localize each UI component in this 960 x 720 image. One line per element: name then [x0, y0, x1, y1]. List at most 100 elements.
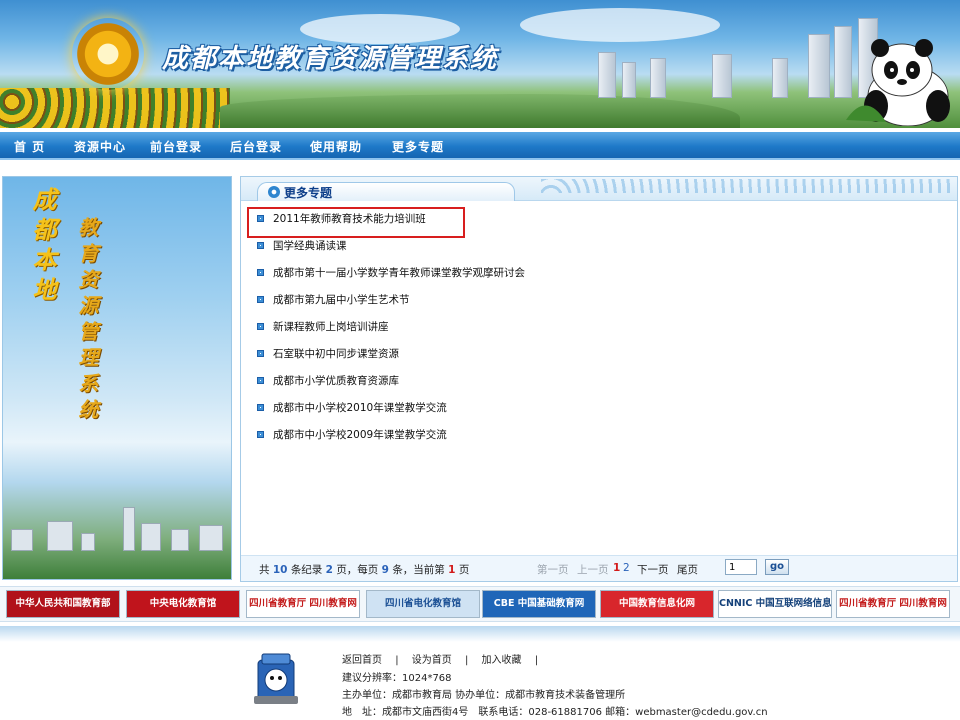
- pager-pages-unit: 页，每页: [336, 564, 379, 576]
- topic-item[interactable]: 成都市中小学校2010年课堂教学交流: [253, 398, 943, 425]
- last-page-link[interactable]: 尾页: [677, 562, 698, 577]
- pager-total-pages: 2: [325, 564, 333, 576]
- topic-link[interactable]: 成都市第九届中小学生艺术节: [273, 294, 410, 306]
- left-panel-building: [81, 533, 95, 551]
- banner-cloud: [520, 8, 720, 42]
- pager-per-page: 9: [381, 564, 389, 576]
- square-bullet-icon: [257, 404, 264, 411]
- partner-link-sc-eav[interactable]: 四川省电化教育馆: [366, 590, 480, 618]
- circle-bullet-icon: [268, 186, 280, 198]
- partner-link-ncet[interactable]: 中央电化教育馆: [126, 590, 240, 618]
- page-2-link[interactable]: 2: [623, 562, 630, 574]
- pager-current-page: 1: [448, 564, 456, 576]
- nav-admin-login[interactable]: 后台登录: [230, 138, 282, 155]
- footer-link-bookmark[interactable]: 加入收藏: [482, 655, 522, 666]
- banner-building: [598, 52, 616, 98]
- nav-home[interactable]: 首 页: [14, 138, 45, 155]
- topic-item[interactable]: 成都市小学优质教育资源库: [253, 371, 943, 398]
- first-page-link: 第一页: [537, 564, 569, 576]
- square-bullet-icon: [257, 431, 264, 438]
- topic-link[interactable]: 成都市中小学校2009年课堂教学交流: [273, 429, 447, 441]
- left-panel-building: [141, 523, 161, 551]
- topic-link[interactable]: 国学经典诵读课: [273, 240, 347, 252]
- square-bullet-icon: [257, 242, 264, 249]
- partner-link-cnnic[interactable]: CNNIC 中国互联网络信息中心: [718, 590, 832, 618]
- pager-summary: 共 10 条纪录 2 页，每页 9 条，当前第 1 页: [259, 562, 469, 577]
- topic-link[interactable]: 成都市小学优质教育资源库: [273, 375, 399, 387]
- page-1-link: 1: [613, 562, 621, 574]
- left-panel-building: [199, 525, 223, 551]
- side-title-left: 成都本地: [28, 187, 57, 307]
- topics-panel-header: 更多专题: [241, 177, 957, 201]
- nav-resource-center[interactable]: 资源中心: [74, 138, 126, 155]
- main-nav: 首 页 资源中心 前台登录 后台登录 使用帮助 更多专题: [0, 132, 960, 160]
- topic-item[interactable]: 石室联中初中同步课堂资源: [253, 344, 943, 371]
- panda-icon: [846, 39, 950, 126]
- page-number-input[interactable]: [725, 559, 757, 575]
- next-page-link[interactable]: 下一页: [637, 562, 669, 577]
- partner-link-sc-edu-net[interactable]: 四川省教育厅 四川教育网: [836, 590, 950, 618]
- pager-prefix: 共: [259, 564, 270, 576]
- footer-link-home[interactable]: 返回首页: [342, 655, 382, 666]
- banner-building: [622, 62, 636, 98]
- topic-item[interactable]: 国学经典诵读课: [253, 236, 943, 263]
- square-bullet-icon: [257, 323, 264, 330]
- topic-list: 2011年教师教育技术能力培训班 国学经典诵读课 成都市第十一届小学数学青年教师…: [247, 207, 943, 452]
- topic-link[interactable]: 2011年教师教育技术能力培训班: [273, 213, 426, 225]
- left-panel-building: [47, 521, 73, 551]
- footer-links: 返回首页 | 设为首页 | 加入收藏 |: [342, 651, 548, 666]
- pager-per-page-unit: 条，当前第: [392, 564, 445, 576]
- footer-address: 地 址：成都市文庙西街4号 联系电话：028-61881706 邮箱：webma…: [342, 707, 768, 718]
- pagination-bar: 共 10 条纪录 2 页，每页 9 条，当前第 1 页 第一页 上一页 1 2 …: [241, 555, 957, 581]
- pager-total-records: 10: [272, 564, 288, 576]
- site-banner: 成都本地教育资源管理系统: [0, 0, 960, 128]
- banner-building: [650, 58, 666, 98]
- prev-page-link: 上一页: [577, 564, 609, 576]
- topic-link[interactable]: 石室联中初中同步课堂资源: [273, 348, 399, 360]
- topic-item[interactable]: 成都市中小学校2009年课堂教学交流: [253, 425, 943, 452]
- go-button[interactable]: go: [765, 559, 789, 575]
- footer-band: [0, 626, 960, 642]
- footer-link-set-homepage[interactable]: 设为首页: [412, 655, 452, 666]
- mascot-icon: [254, 653, 298, 704]
- nav-more-topics[interactable]: 更多专题: [392, 138, 444, 155]
- header-wave-decoration: [541, 179, 951, 193]
- topics-panel: 更多专题 2011年教师教育技术能力培训班 国学经典诵读课 成都市第十一届小学数…: [240, 176, 958, 582]
- topics-section-title: 更多专题: [284, 186, 333, 200]
- left-decorative-panel: 成都本地 教育资源管理系统: [2, 176, 232, 580]
- left-panel-building: [123, 507, 135, 551]
- partner-link-cbe[interactable]: CBE 中国基础教育网: [482, 590, 596, 618]
- topic-link[interactable]: 成都市中小学校2010年课堂教学交流: [273, 402, 447, 414]
- banner-building: [772, 58, 788, 98]
- partner-links-strip: 中华人民共和国教育部 中央电化教育馆 四川省教育厅 四川教育网 四川省电化教育馆…: [0, 586, 960, 622]
- nav-help[interactable]: 使用帮助: [310, 138, 362, 155]
- partner-link-china-edu-info[interactable]: 中国教育信息化网: [600, 590, 714, 618]
- square-bullet-icon: [257, 269, 264, 276]
- nav-front-login[interactable]: 前台登录: [150, 138, 202, 155]
- square-bullet-icon: [257, 350, 264, 357]
- left-panel-building: [11, 529, 33, 551]
- footer-resolution: 建议分辨率：1024*768: [342, 673, 452, 684]
- topics-tab: 更多专题: [257, 182, 515, 201]
- topic-item[interactable]: 成都市第九届中小学生艺术节: [253, 290, 943, 317]
- pager-current-unit: 页: [458, 564, 470, 576]
- topic-item[interactable]: 新课程教师上岗培训讲座: [253, 317, 943, 344]
- square-bullet-icon: [257, 377, 264, 384]
- topic-link[interactable]: 成都市第十一届小学数学青年教师课堂教学观摩研讨会: [273, 267, 525, 279]
- banner-building: [712, 54, 732, 98]
- sun-logo-icon: [72, 18, 144, 90]
- square-bullet-icon: [257, 215, 264, 222]
- footer-separator: |: [464, 655, 469, 666]
- site-title: 成都本地教育资源管理系统: [162, 44, 499, 74]
- banner-building: [808, 34, 830, 98]
- topic-item[interactable]: 2011年教师教育技术能力培训班: [247, 207, 465, 238]
- banner-sunflowers: [0, 88, 230, 128]
- footer-sponsor: 主办单位：成都市教育局 协办单位：成都市教育技术装备管理所: [342, 690, 626, 701]
- partner-link-moe[interactable]: 中华人民共和国教育部: [6, 590, 120, 618]
- footer-separator: |: [534, 655, 539, 666]
- topic-item[interactable]: 成都市第十一届小学数学青年教师课堂教学观摩研讨会: [253, 263, 943, 290]
- banner-hills: [220, 94, 740, 128]
- partner-link-sc-edu-dept[interactable]: 四川省教育厅 四川教育网: [246, 590, 360, 618]
- square-bullet-icon: [257, 296, 264, 303]
- topic-link[interactable]: 新课程教师上岗培训讲座: [273, 321, 389, 333]
